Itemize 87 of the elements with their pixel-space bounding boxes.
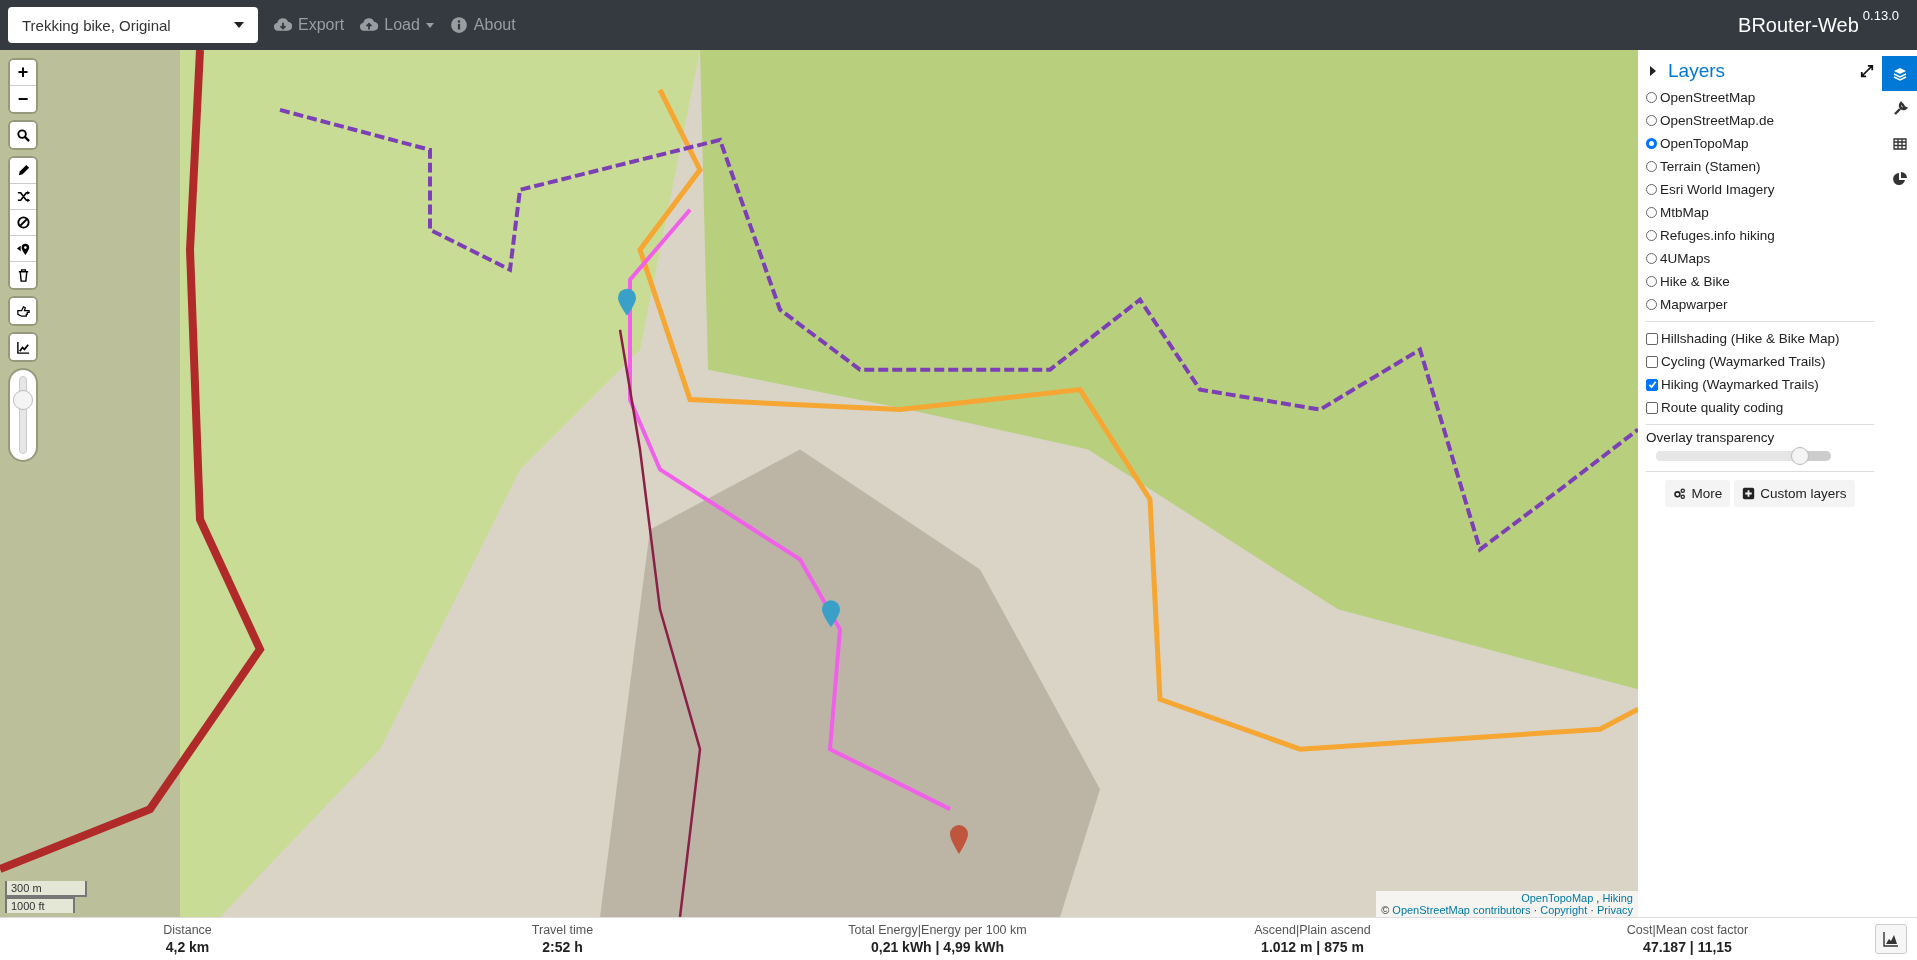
layer-label: Terrain (Stamen) [1660,159,1761,174]
more-layers-button[interactable]: More [1665,480,1731,507]
zoom-slider[interactable] [10,370,36,460]
radio-button[interactable] [1646,230,1657,241]
no-entry-icon [15,215,31,230]
marker-left-icon [15,241,31,256]
radio-button[interactable] [1646,253,1657,264]
radio-button[interactable] [1646,115,1657,126]
menu-link[interactable]: Export [266,16,353,34]
caret-icon [234,22,244,28]
gears-icon [1673,487,1687,500]
attribution-link[interactable]: Copyright [1540,904,1588,916]
app-title: BRouter-Web [1738,13,1859,37]
pie-chart-icon [1891,170,1908,187]
attribution-text: · [1590,904,1594,916]
version-label: 0.13.0 [1862,7,1899,23]
table-icon [1891,135,1908,152]
stat-label: Cost|Mean cost factor [1626,923,1749,937]
stat-value: 47.187 | 11,15 [1643,939,1732,955]
checkbox[interactable] [1646,332,1658,345]
overlay-label: Hiking (Waymarked Trails) [1661,377,1819,392]
attribution-text: , [1596,892,1600,904]
radio-button[interactable] [1646,184,1657,195]
stat-value: 4,2 km [165,939,210,955]
menu-link[interactable]: About [441,16,524,34]
layer-label: MtbMap [1660,205,1709,220]
search-icon [15,127,31,143]
plus-square-icon [1742,487,1756,500]
expand-icon[interactable] [1860,64,1874,78]
collapse-arrow-icon[interactable] [1650,66,1656,76]
attribution-text: · [1533,904,1538,916]
layer-label: OpenTopoMap [1660,136,1749,151]
layer-label: Hike & Bike [1660,274,1730,289]
stat-label: Distance [163,923,212,937]
checkbox[interactable] [1646,401,1658,414]
stat-value: 2:52 h [542,939,583,955]
radio-button[interactable] [1646,138,1657,149]
radio-button[interactable] [1646,92,1657,103]
elevation-tool-button[interactable] [10,334,36,360]
layer-label: Esri World Imagery [1660,182,1775,197]
layer-label: Refuges.info hiking [1660,228,1775,243]
attribution-link[interactable]: Privacy [1596,904,1633,916]
custom-layers-button[interactable]: Custom layers [1734,480,1855,507]
stat-label: Travel time [531,923,594,937]
radio-button[interactable] [1646,299,1657,310]
scale-bar: 300 m [5,881,87,897]
radio-button[interactable] [1646,276,1657,287]
slider-label: Overlay transparency [1646,430,1776,445]
scale-bar: 1000 ft [5,897,75,913]
layer-label: OpenStreetMap [1660,90,1756,105]
overlay-label: Route quality coding [1661,400,1784,415]
pointing-hand-icon [15,303,31,319]
attribution-link[interactable]: OpenTopoMap [1521,892,1594,904]
checkbox[interactable] [1646,378,1658,391]
layers-icon [1891,65,1908,82]
stat-label: Total Energy|Energy per 100 km [848,923,1027,937]
radio-button[interactable] [1646,207,1657,218]
draw-tool-button[interactable] [10,158,36,184]
layer-label: OpenStreetMap.de [1660,113,1775,128]
profile-select[interactable]: Trekking bike, Original [8,7,258,43]
overlay-label: Cycling (Waymarked Trails) [1661,354,1826,369]
attribution-text: © [1381,904,1390,916]
slider-thumb[interactable] [13,389,33,410]
overlay-label: Hillshading (Hike & Bike Map) [1661,331,1840,346]
attribution-link[interactable]: Hiking [1602,892,1633,904]
line-chart-icon [15,339,31,355]
cloud-upload-icon [360,16,379,34]
shuffle-icon [15,189,31,204]
radio-button[interactable] [1646,161,1657,172]
cloud-download-icon [274,16,292,34]
search-tool-button[interactable] [10,122,36,148]
layers-tab[interactable] [1882,56,1917,91]
slider-thumb[interactable] [1790,447,1809,465]
checkbox[interactable] [1646,355,1658,368]
stat-value: 0,21 kWh | 4,99 kWh [870,939,1005,955]
poi-tool-button[interactable] [10,298,36,324]
zoom-in-button[interactable]: + [10,60,36,86]
layer-label: Mapwarper [1660,297,1728,312]
attribution-link[interactable]: OpenStreetMap contributors [1392,904,1531,916]
panel-title: Layers [1668,60,1727,82]
menu-link[interactable]: Load [352,16,442,34]
info-icon [449,16,468,34]
area-chart-icon [1883,931,1899,947]
elevation-chart-button[interactable] [1875,924,1907,954]
layer-label: 4UMaps [1660,251,1711,266]
stat-label: Ascend|Plain ascend [1254,923,1371,937]
stat-value: 1.012 m | 875 m [1261,939,1364,955]
